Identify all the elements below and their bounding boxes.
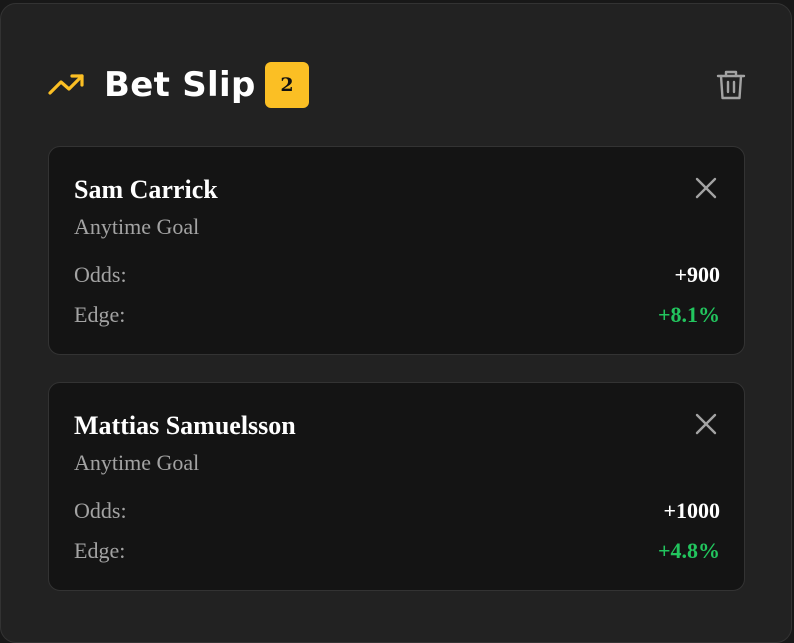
edge-label: Edge: (74, 538, 126, 563)
bet-count-badge: 2 (265, 62, 309, 108)
bet-card: Sam Carrick Anytime Goal Odds: +900 Edge… (48, 146, 745, 355)
market-type: Anytime Goal (74, 214, 200, 239)
edge-value: +4.8% (657, 538, 720, 563)
player-name: Mattias Samuelsson (74, 411, 296, 440)
remove-bet-button[interactable] (693, 411, 719, 437)
remove-bet-button[interactable] (693, 175, 719, 201)
bet-slip-header: Bet Slip 2 (48, 59, 748, 111)
bet-slip-panel: Bet Slip 2 Sam Carrick Anytime Goal Odds… (0, 3, 792, 643)
close-icon (695, 413, 717, 435)
odds-value: +900 (674, 262, 720, 287)
edge-label: Edge: (74, 302, 126, 327)
player-name: Sam Carrick (74, 175, 218, 204)
odds-label: Odds: (74, 498, 127, 523)
trash-icon (716, 70, 746, 100)
odds-value: +1000 (663, 498, 720, 523)
market-type: Anytime Goal (74, 450, 200, 475)
odds-label: Odds: (74, 262, 127, 287)
page-title: Bet Slip (104, 65, 256, 105)
close-icon (695, 177, 717, 199)
bet-card: Mattias Samuelsson Anytime Goal Odds: +1… (48, 382, 745, 591)
edge-value: +8.1% (657, 302, 720, 327)
clear-all-button[interactable] (715, 68, 747, 102)
trending-up-icon (48, 74, 84, 95)
